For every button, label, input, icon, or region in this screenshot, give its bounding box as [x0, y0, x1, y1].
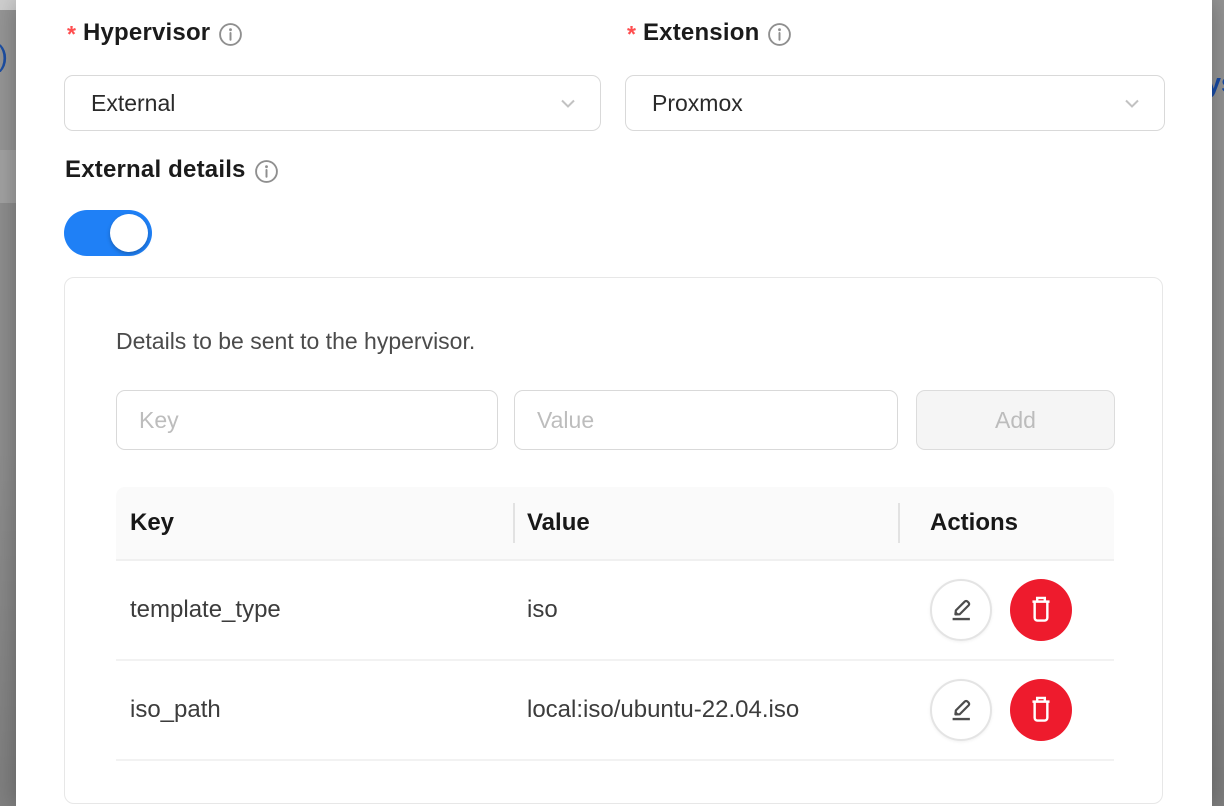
row-value-cell: local:iso/ubuntu-22.04.iso — [513, 661, 898, 759]
background-text-fragment-right: ys — [1212, 68, 1224, 99]
table-header-key: Key — [116, 487, 513, 559]
row-actions-cell — [898, 661, 1114, 759]
trash-icon — [1027, 694, 1055, 727]
external-details-panel: Details to be sent to the hypervisor. Ad… — [64, 277, 1163, 804]
table-header-row: Key Value Actions — [116, 487, 1114, 561]
add-button[interactable]: Add — [916, 390, 1115, 450]
info-icon[interactable] — [767, 22, 792, 47]
table-row: iso_path local:iso/ubuntu-22.04.iso — [116, 661, 1114, 761]
edit-button[interactable] — [930, 579, 992, 641]
delete-button[interactable] — [1010, 579, 1072, 641]
hypervisor-label-text: Hypervisor — [83, 19, 210, 47]
external-details-toggle[interactable] — [64, 210, 152, 256]
row-key-cell: iso_path — [116, 661, 513, 759]
table-header-value: Value — [513, 487, 898, 559]
row-key-cell: template_type — [116, 561, 513, 659]
extension-label: * Extension — [627, 16, 792, 50]
details-table: Key Value Actions template_type iso — [116, 487, 1114, 761]
modal-dialog: * Hypervisor External * Extension — [16, 0, 1212, 806]
background-overlay-right: ys — [1212, 0, 1224, 806]
external-details-label-text: External details — [65, 156, 246, 184]
hypervisor-select[interactable]: External — [64, 75, 601, 131]
hypervisor-label: * Hypervisor — [67, 16, 243, 50]
row-actions-cell — [898, 561, 1114, 659]
pencil-icon — [947, 595, 975, 626]
table-row: template_type iso — [116, 561, 1114, 661]
pencil-icon — [947, 695, 975, 726]
background-text-fragment-left: ) — [0, 40, 8, 74]
table-header-actions: Actions — [898, 487, 1114, 559]
key-input[interactable] — [116, 390, 498, 450]
screen: ) * Hypervisor External — [0, 0, 1224, 806]
chevron-down-icon — [1120, 91, 1144, 115]
extension-label-text: Extension — [643, 19, 760, 47]
trash-icon — [1027, 594, 1055, 627]
info-icon[interactable] — [218, 22, 243, 47]
background-overlay-left: ) — [0, 0, 16, 806]
required-asterisk: * — [67, 17, 76, 51]
toggle-knob — [110, 214, 148, 252]
delete-button[interactable] — [1010, 679, 1072, 741]
info-icon[interactable] — [254, 159, 279, 184]
required-asterisk: * — [627, 17, 636, 51]
extension-select-value: Proxmox — [652, 90, 1120, 117]
row-value-cell: iso — [513, 561, 898, 659]
panel-description: Details to be sent to the hypervisor. — [116, 324, 475, 358]
external-details-label: External details — [65, 153, 279, 187]
hypervisor-select-value: External — [91, 90, 556, 117]
edit-button[interactable] — [930, 679, 992, 741]
extension-select[interactable]: Proxmox — [625, 75, 1165, 131]
chevron-down-icon — [556, 91, 580, 115]
value-input[interactable] — [514, 390, 898, 450]
